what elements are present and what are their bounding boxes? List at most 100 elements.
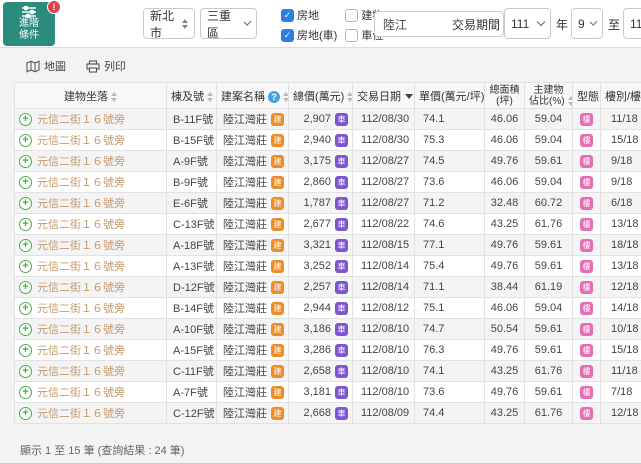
project-info-badge[interactable]: 建 xyxy=(271,386,284,399)
building-type-badge: 樓 xyxy=(580,113,593,126)
expand-row-icon[interactable]: + xyxy=(19,239,32,252)
table-row[interactable]: + 元信二街１６號旁 B-9F號 陸江灣莊 建 2,860 車 112/08/2… xyxy=(15,172,641,193)
area-cell: 46.06 xyxy=(485,109,525,130)
expand-row-icon[interactable]: + xyxy=(19,302,32,315)
header-main-ratio[interactable]: 主建物 佔比(%) xyxy=(525,83,573,109)
advanced-label-line1: 進階 xyxy=(19,18,39,30)
unit-price-cell: 74.6 xyxy=(415,214,485,235)
table-row[interactable]: + 元信二街１６號旁 B-11F號 陸江灣莊 建 2,907 車 112/08/… xyxy=(15,109,641,130)
table-row[interactable]: + 元信二街１６號旁 A-10F號 陸江灣莊 建 3,186 車 112/08/… xyxy=(15,319,641,340)
project-info-badge[interactable]: 建 xyxy=(271,218,284,231)
project-info-badge[interactable]: 建 xyxy=(271,176,284,189)
month-from-select[interactable]: 9 xyxy=(571,8,603,39)
table-row[interactable]: + 元信二街１６號旁 A-9F號 陸江灣莊 建 3,175 車 112/08/2… xyxy=(15,151,641,172)
table-row[interactable]: + 元信二街１６號旁 C-12F號 陸江灣莊 建 2,668 車 112/08/… xyxy=(15,403,641,424)
project-name: 陸江灣莊 xyxy=(223,195,267,211)
table-row[interactable]: + 元信二街１６號旁 A-7F號 陸江灣莊 建 3,181 車 112/08/1… xyxy=(15,382,641,403)
sort-icon[interactable] xyxy=(207,92,213,102)
notification-badge: ! xyxy=(47,0,61,14)
expand-row-icon[interactable]: + xyxy=(19,386,32,399)
advanced-filters-button[interactable]: 進階 條件 ! xyxy=(3,2,55,46)
project-info-badge[interactable]: 建 xyxy=(271,134,284,147)
expand-row-icon[interactable]: + xyxy=(19,281,32,294)
header-project[interactable]: 建案名稱? xyxy=(217,83,289,109)
print-button[interactable]: 列印 xyxy=(86,58,126,74)
table-row[interactable]: + 元信二街１６號旁 B-15F號 陸江灣莊 建 2,940 車 112/08/… xyxy=(15,130,641,151)
table-row[interactable]: + 元信二街１６號旁 C-11F號 陸江灣莊 建 2,658 車 112/08/… xyxy=(15,361,641,382)
parking-included-badge: 車 xyxy=(335,134,348,147)
year-to-select[interactable]: 112 xyxy=(623,8,641,39)
date-cell: 112/08/27 xyxy=(353,151,415,172)
main-ratio-cell: 59.04 xyxy=(525,109,573,130)
floor-cell: 9/18 xyxy=(601,151,641,172)
map-label: 地圖 xyxy=(44,58,66,74)
expand-row-icon[interactable]: + xyxy=(19,344,32,357)
parking-included-badge: 車 xyxy=(335,344,348,357)
table-row[interactable]: + 元信二街１６號旁 C-13F號 陸江灣莊 建 2,677 車 112/08/… xyxy=(15,214,641,235)
building-type-badge: 樓 xyxy=(580,239,593,252)
project-cell: 陸江灣莊 建 xyxy=(217,277,289,298)
project-info-badge[interactable]: 建 xyxy=(271,155,284,168)
project-name: 陸江灣莊 xyxy=(223,384,267,400)
parking-included-badge: 車 xyxy=(335,260,348,273)
project-info-badge[interactable]: 建 xyxy=(271,281,284,294)
table-row[interactable]: + 元信二街１６號旁 E-6F號 陸江灣莊 建 1,787 車 112/08/2… xyxy=(15,193,641,214)
map-view-button[interactable]: 地圖 xyxy=(26,58,66,74)
header-unit-price[interactable]: 單價(萬元/坪) xyxy=(415,83,485,109)
project-info-badge[interactable]: 建 xyxy=(271,239,284,252)
chevron-down-icon xyxy=(243,18,251,26)
expand-row-icon[interactable]: + xyxy=(19,218,32,231)
map-icon xyxy=(26,60,40,73)
table-row[interactable]: + 元信二街１６號旁 D-12F號 陸江灣莊 建 2,257 車 112/08/… xyxy=(15,277,641,298)
table-row[interactable]: + 元信二街１６號旁 B-14F號 陸江灣莊 建 2,944 車 112/08/… xyxy=(15,298,641,319)
help-icon[interactable]: ? xyxy=(268,91,280,103)
project-info-badge[interactable]: 建 xyxy=(271,302,284,315)
project-info-badge[interactable]: 建 xyxy=(271,113,284,126)
floor-cell: 12/18 xyxy=(601,277,641,298)
expand-row-icon[interactable]: + xyxy=(19,197,32,210)
district-select[interactable]: 三重區 xyxy=(200,8,257,39)
project-name: 陸江灣莊 xyxy=(223,132,267,148)
sort-icon[interactable] xyxy=(283,92,289,102)
header-date[interactable]: 交易日期 xyxy=(353,83,415,109)
expand-row-icon[interactable]: + xyxy=(19,134,32,147)
floor-cell: 13/18 xyxy=(601,256,641,277)
project-info-badge[interactable]: 建 xyxy=(271,197,284,210)
project-info-badge[interactable]: 建 xyxy=(271,260,284,273)
header-unit[interactable]: 棟及號 xyxy=(167,83,217,109)
expand-row-icon[interactable]: + xyxy=(19,113,32,126)
city-select[interactable]: 新北市 xyxy=(143,8,195,39)
checkbox-land-building[interactable]: ✓ 房地 xyxy=(281,7,337,23)
project-info-badge[interactable]: 建 xyxy=(271,344,284,357)
expand-row-icon[interactable]: + xyxy=(19,407,32,420)
parking-included-badge: 車 xyxy=(335,302,348,315)
header-area[interactable]: 總面積 (坪) xyxy=(485,83,525,109)
checkbox-land-building-parking[interactable]: ✓ 房地(車) xyxy=(281,27,337,43)
expand-row-icon[interactable]: + xyxy=(19,365,32,378)
sort-desc-icon[interactable] xyxy=(405,94,413,99)
type-cell: 樓 xyxy=(573,319,601,340)
results-toolbar: 地圖 列印 xyxy=(26,58,126,74)
area-cell: 46.06 xyxy=(485,172,525,193)
expand-row-icon[interactable]: + xyxy=(19,260,32,273)
table-row[interactable]: + 元信二街１６號旁 A-18F號 陸江灣莊 建 3,321 車 112/08/… xyxy=(15,235,641,256)
header-address[interactable]: 建物坐落 xyxy=(15,83,167,109)
expand-row-icon[interactable]: + xyxy=(19,155,32,168)
table-row[interactable]: + 元信二街１６號旁 A-13F號 陸江灣莊 建 3,252 車 112/08/… xyxy=(15,256,641,277)
sort-icon[interactable] xyxy=(111,92,117,102)
project-info-badge[interactable]: 建 xyxy=(271,323,284,336)
sort-icon[interactable] xyxy=(568,96,573,106)
year-from-select[interactable]: 111 xyxy=(504,8,551,39)
expand-row-icon[interactable]: + xyxy=(19,176,32,189)
project-info-badge[interactable]: 建 xyxy=(271,365,284,378)
main-ratio-cell: 59.61 xyxy=(525,340,573,361)
parking-included-badge: 車 xyxy=(335,218,348,231)
project-info-badge[interactable]: 建 xyxy=(271,407,284,420)
sort-icon[interactable] xyxy=(347,92,352,102)
type-cell: 樓 xyxy=(573,403,601,424)
area-cell: 49.76 xyxy=(485,340,525,361)
expand-row-icon[interactable]: + xyxy=(19,323,32,336)
total-price-cell: 3,181 車 xyxy=(289,382,353,403)
header-total-price[interactable]: 總價(萬元) xyxy=(289,83,353,109)
table-row[interactable]: + 元信二街１６號旁 A-15F號 陸江灣莊 建 3,286 車 112/08/… xyxy=(15,340,641,361)
